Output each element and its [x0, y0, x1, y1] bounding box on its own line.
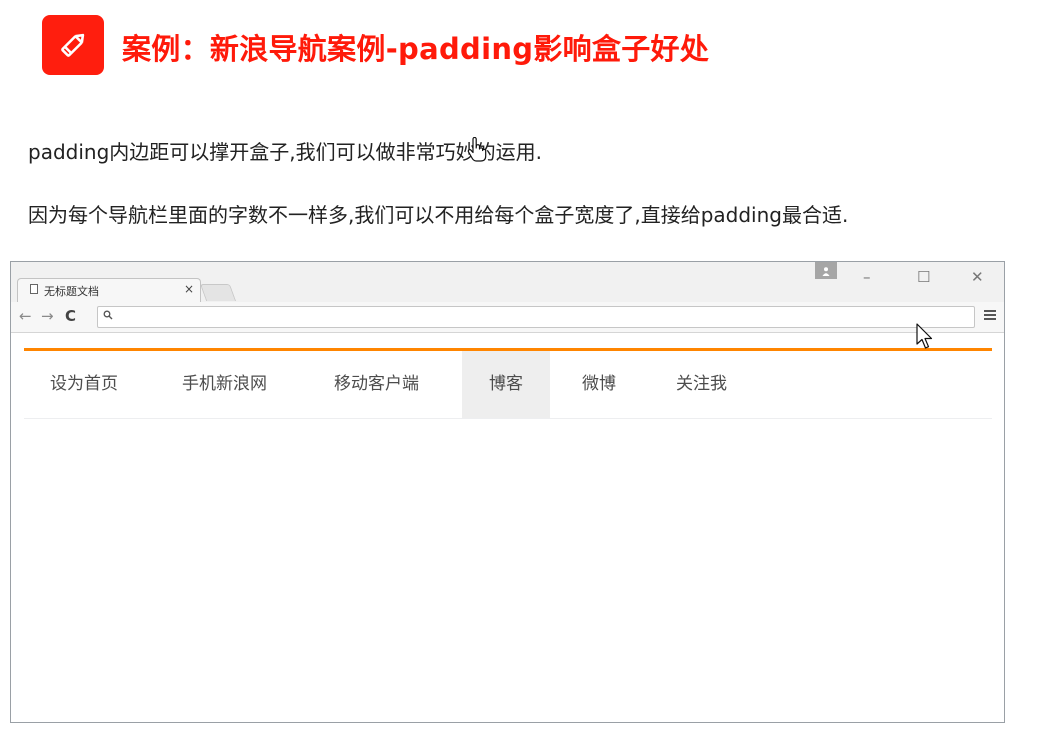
browser-tab[interactable]: 无标题文档 ×	[17, 278, 201, 302]
nav-item-follow-me[interactable]: 关注我	[676, 351, 727, 418]
tab-close-icon[interactable]: ×	[184, 282, 194, 296]
minimize-button[interactable]: –	[863, 268, 871, 286]
reload-button[interactable]: C	[65, 307, 76, 325]
nav-item-mobile-client[interactable]: 移动客户端	[334, 351, 419, 418]
document-icon	[30, 284, 38, 294]
sina-nav-bar: 设为首页 手机新浪网 移动客户端 博客 微博 关注我	[24, 348, 992, 419]
nav-item-set-homepage[interactable]: 设为首页	[50, 351, 118, 418]
back-button[interactable]: ←	[19, 307, 32, 325]
menu-icon[interactable]	[984, 308, 996, 322]
hand-pointer-cursor-icon	[466, 136, 488, 167]
nav-item-mobile-sina[interactable]: 手机新浪网	[182, 351, 267, 418]
search-icon	[103, 310, 113, 323]
nav-item-weibo[interactable]: 微博	[582, 351, 616, 418]
arrow-cursor-icon	[916, 323, 934, 355]
browser-titlebar: 无标题文档 × – ☐ ✕	[11, 262, 1004, 302]
tab-title: 无标题文档	[44, 285, 99, 298]
forward-button[interactable]: →	[41, 307, 54, 325]
browser-window: 无标题文档 × – ☐ ✕ ← → C 设为首页 手机新浪网 移动客户端 博客 …	[10, 261, 1005, 723]
pencil-icon	[42, 15, 104, 75]
address-bar[interactable]	[97, 306, 975, 328]
paragraph-padding-usage: padding内边距可以撑开盒子,我们可以做非常巧妙的运用.	[28, 140, 542, 164]
close-window-button[interactable]: ✕	[971, 268, 984, 286]
new-tab-button[interactable]	[199, 284, 237, 301]
paragraph-padding-reason: 因为每个导航栏里面的字数不一样多,我们可以不用给每个盒子宽度了,直接给paddi…	[28, 203, 849, 227]
maximize-button[interactable]: ☐	[917, 268, 930, 286]
profile-icon[interactable]	[815, 262, 837, 279]
browser-toolbar: ← → C	[11, 302, 1004, 333]
slide-title: 案例：新浪导航案例-padding影响盒子好处	[122, 32, 710, 66]
page-viewport: 设为首页 手机新浪网 移动客户端 博客 微博 关注我	[11, 333, 1004, 722]
nav-item-blog[interactable]: 博客	[462, 351, 550, 418]
